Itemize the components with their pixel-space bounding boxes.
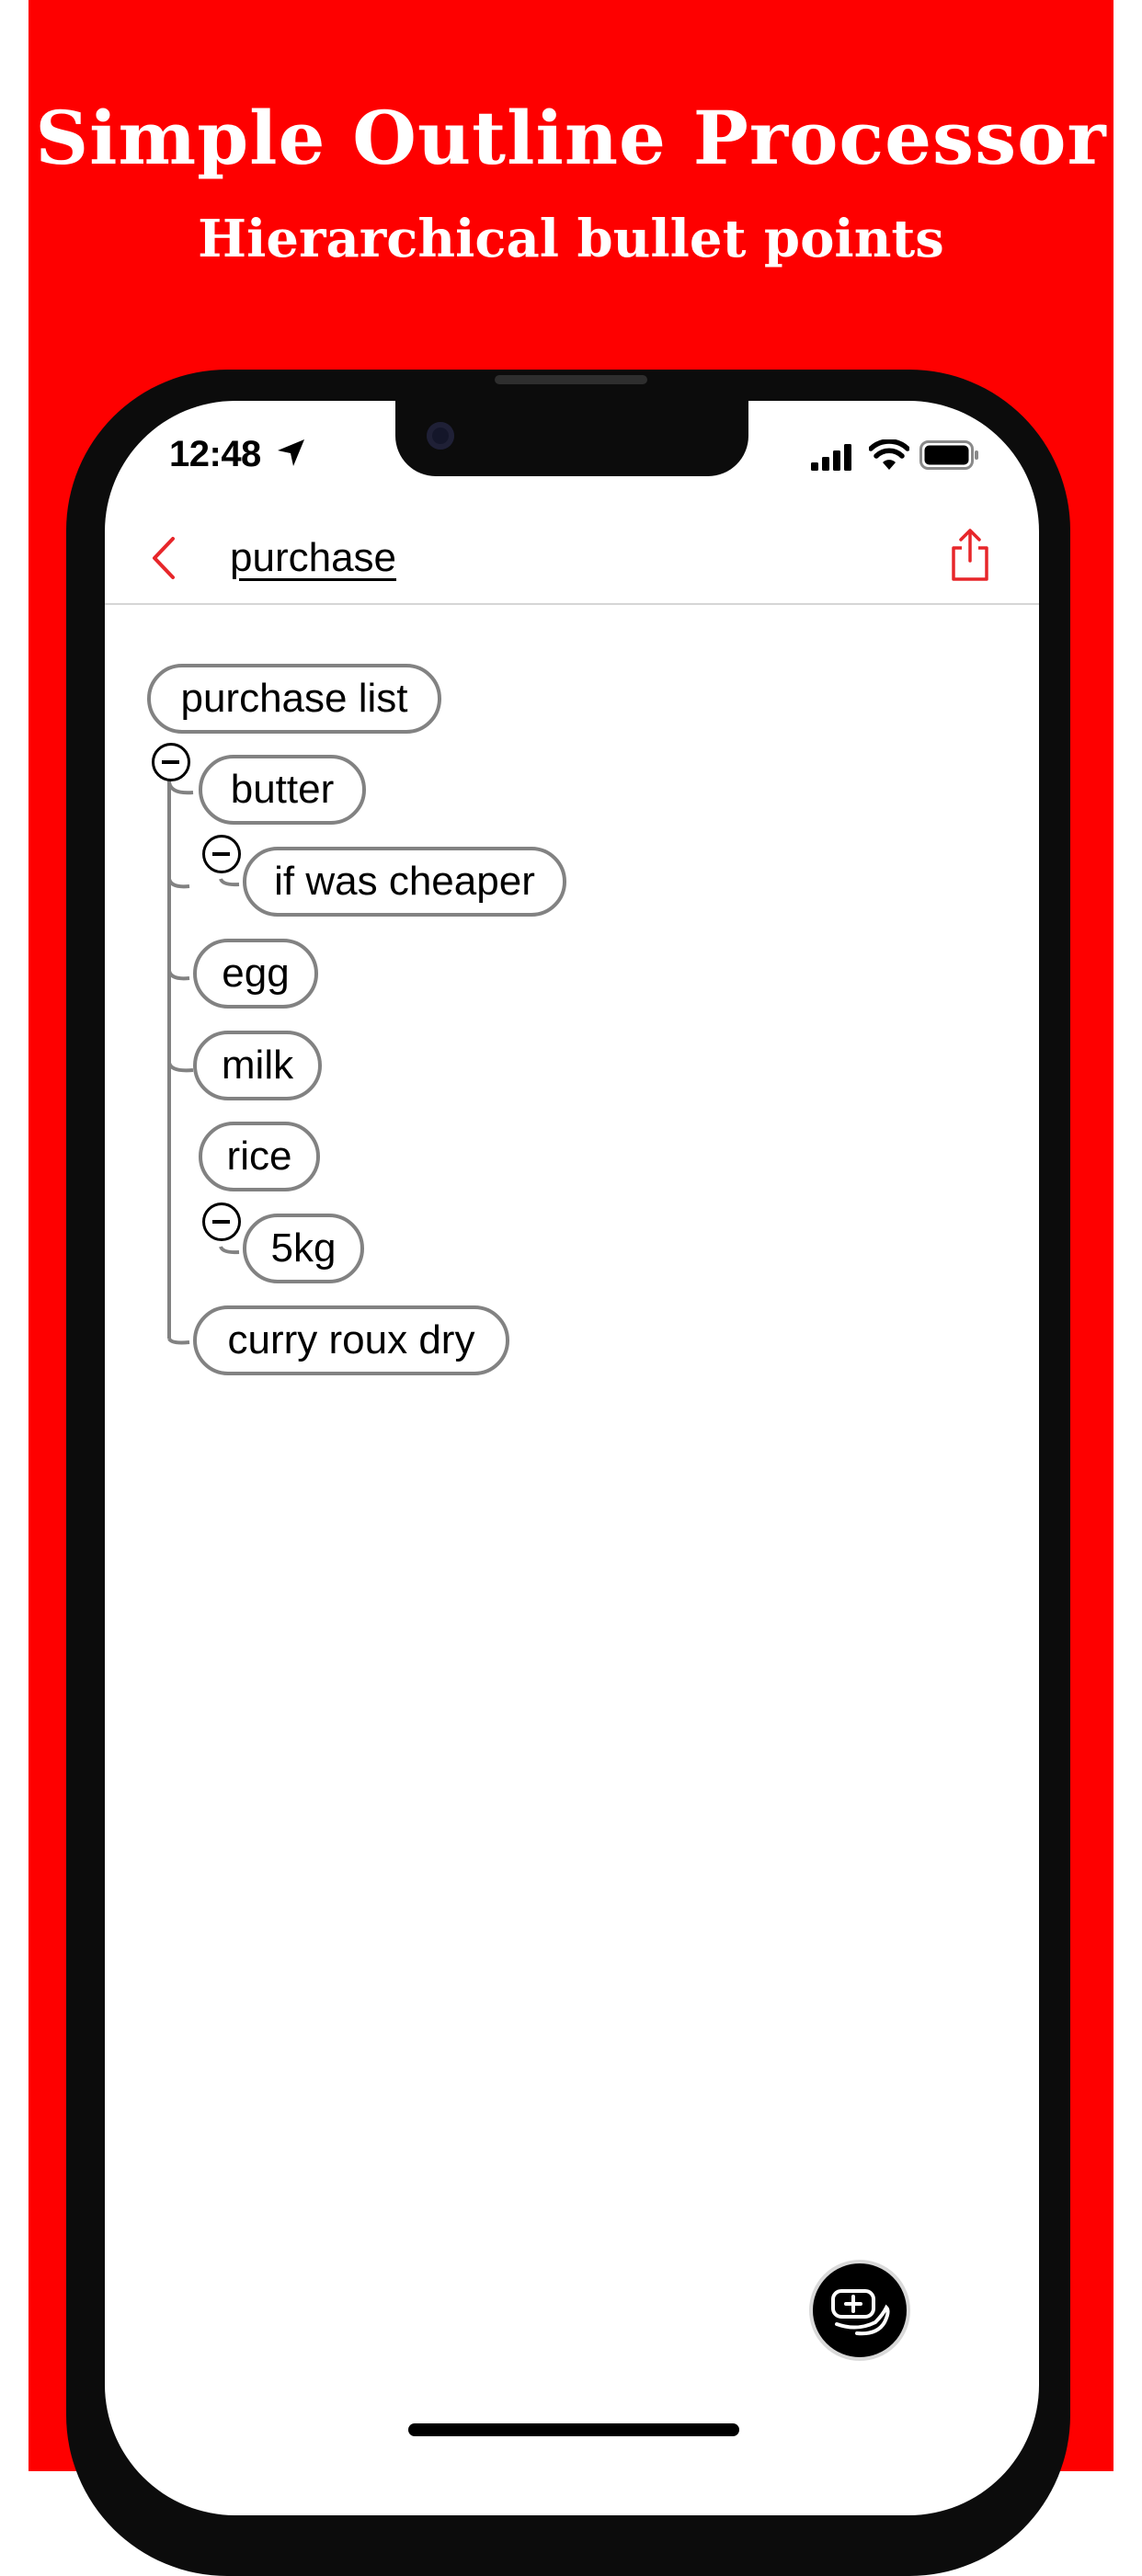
collapse-toggle-icon[interactable] (152, 743, 190, 781)
collapse-toggle-icon[interactable] (202, 1203, 241, 1241)
speaker-slot (495, 375, 647, 384)
outline-node-curry-roux-dry[interactable]: curry roux dry (193, 1305, 509, 1375)
outline-node-if-was-cheaper[interactable]: if was cheaper (243, 847, 566, 917)
add-item-button[interactable] (809, 2260, 910, 2361)
home-indicator (408, 2423, 739, 2436)
phone-screen: 12:48 purchase purchase list butter if w… (105, 401, 1039, 2515)
outline-node-milk[interactable]: milk (193, 1031, 322, 1100)
outline-node-root[interactable]: purchase list (147, 664, 441, 734)
outline-node-rice[interactable]: rice (199, 1122, 320, 1191)
promo-headline: Simple Outline Processor (35, 95, 1107, 181)
collapse-toggle-icon[interactable] (202, 835, 241, 873)
outline-node-5kg[interactable]: 5kg (243, 1214, 364, 1283)
outline-node-egg[interactable]: egg (193, 939, 318, 1009)
outline-node-butter[interactable]: butter (199, 755, 366, 825)
promo-subhead: Hierarchical bullet points (198, 209, 944, 269)
add-item-icon (831, 2289, 890, 2336)
